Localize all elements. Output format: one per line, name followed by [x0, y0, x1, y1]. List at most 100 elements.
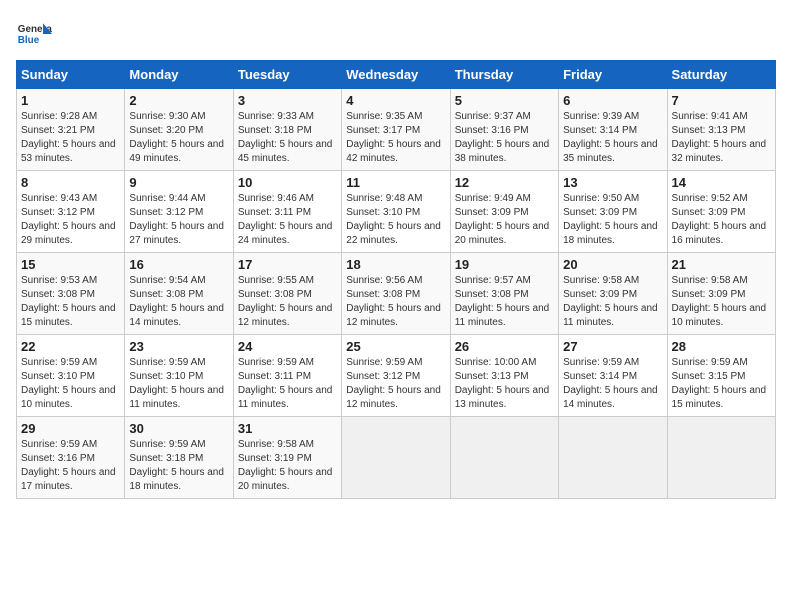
- day-info: Sunrise: 9:54 AMSunset: 3:08 PMDaylight:…: [129, 274, 228, 330]
- calendar-cell: 22Sunrise: 9:59 AMSunset: 3:10 PMDayligh…: [17, 335, 125, 417]
- calendar-cell: 2 Sunrise: 9:30 AMSunset: 3:20 PMDaylight…: [125, 89, 233, 171]
- day-number: 3: [238, 93, 337, 108]
- calendar-cell: 1Sunrise: 9:28 AMSunset: 3:21 PMDaylight…: [17, 89, 125, 171]
- day-info: Sunrise: 9:49 AMSunset: 3:09 PMDaylight:…: [455, 192, 554, 248]
- day-number: 21: [672, 257, 771, 272]
- column-header-tuesday: Tuesday: [233, 61, 341, 89]
- day-info: Sunrise: 9:59 AMSunset: 3:15 PMDaylight:…: [672, 356, 771, 412]
- calendar-cell: 6 Sunrise: 9:39 AMSunset: 3:14 PMDaylight…: [559, 89, 667, 171]
- header-row: SundayMondayTuesdayWednesdayThursdayFrid…: [17, 61, 776, 89]
- day-number: 5: [455, 93, 554, 108]
- day-number: 31: [238, 421, 337, 436]
- calendar-cell: 10 Sunrise: 9:46 AMSunset: 3:11 PMDayligh…: [233, 171, 341, 253]
- day-info: Sunrise: 9:37 AMSunset: 3:16 PMDaylight:…: [455, 110, 554, 166]
- calendar-cell: 25Sunrise: 9:59 AMSunset: 3:12 PMDayligh…: [342, 335, 450, 417]
- calendar-week-3: 15 Sunrise: 9:53 AMSunset: 3:08 PMDayligh…: [17, 253, 776, 335]
- calendar-week-2: 8 Sunrise: 9:43 AMSunset: 3:12 PMDaylight…: [17, 171, 776, 253]
- day-info: Sunrise: 9:30 AMSunset: 3:20 PMDaylight:…: [129, 110, 228, 166]
- day-number: 8: [21, 175, 120, 190]
- calendar-cell: 8 Sunrise: 9:43 AMSunset: 3:12 PMDaylight…: [17, 171, 125, 253]
- day-info: Sunrise: 9:59 AMSunset: 3:16 PMDaylight:…: [21, 438, 120, 494]
- day-number: 17: [238, 257, 337, 272]
- calendar-cell: 11 Sunrise: 9:48 AMSunset: 3:10 PMDayligh…: [342, 171, 450, 253]
- day-info: Sunrise: 9:59 AMSunset: 3:18 PMDaylight:…: [129, 438, 228, 494]
- day-number: 25: [346, 339, 445, 354]
- calendar-week-5: 29Sunrise: 9:59 AMSunset: 3:16 PMDayligh…: [17, 417, 776, 499]
- calendar-cell: 16 Sunrise: 9:54 AMSunset: 3:08 PMDayligh…: [125, 253, 233, 335]
- day-number: 14: [672, 175, 771, 190]
- day-number: 19: [455, 257, 554, 272]
- day-info: Sunrise: 9:48 AMSunset: 3:10 PMDaylight:…: [346, 192, 445, 248]
- day-number: 6: [563, 93, 662, 108]
- day-info: Sunrise: 9:53 AMSunset: 3:08 PMDaylight:…: [21, 274, 120, 330]
- calendar-cell: 30 Sunrise: 9:59 AMSunset: 3:18 PMDayligh…: [125, 417, 233, 499]
- column-header-thursday: Thursday: [450, 61, 558, 89]
- logo-icon: General Blue: [16, 16, 52, 52]
- calendar-week-1: 1Sunrise: 9:28 AMSunset: 3:21 PMDaylight…: [17, 89, 776, 171]
- day-info: Sunrise: 9:43 AMSunset: 3:12 PMDaylight:…: [21, 192, 120, 248]
- calendar-cell: 23Sunrise: 9:59 AMSunset: 3:10 PMDayligh…: [125, 335, 233, 417]
- day-info: Sunrise: 9:59 AMSunset: 3:11 PMDaylight:…: [238, 356, 337, 412]
- day-number: 27: [563, 339, 662, 354]
- day-info: Sunrise: 9:59 AMSunset: 3:10 PMDaylight:…: [129, 356, 228, 412]
- day-number: 26: [455, 339, 554, 354]
- calendar-cell: 9Sunrise: 9:44 AMSunset: 3:12 PMDaylight…: [125, 171, 233, 253]
- column-header-monday: Monday: [125, 61, 233, 89]
- day-number: 12: [455, 175, 554, 190]
- day-number: 2: [129, 93, 228, 108]
- day-info: Sunrise: 9:46 AMSunset: 3:11 PMDaylight:…: [238, 192, 337, 248]
- calendar-cell: 14 Sunrise: 9:52 AMSunset: 3:09 PMDayligh…: [667, 171, 775, 253]
- calendar-cell: 18Sunrise: 9:56 AMSunset: 3:08 PMDayligh…: [342, 253, 450, 335]
- calendar-cell: 28Sunrise: 9:59 AMSunset: 3:15 PMDayligh…: [667, 335, 775, 417]
- day-info: Sunrise: 9:50 AMSunset: 3:09 PMDaylight:…: [563, 192, 662, 248]
- calendar-week-4: 22 Sunrise: 9:59 AMSunset: 3:10 PMDayligh…: [17, 335, 776, 417]
- day-number: 30: [129, 421, 228, 436]
- day-number: 10: [238, 175, 337, 190]
- day-info: Sunrise: 9:58 AMSunset: 3:09 PMDaylight:…: [563, 274, 662, 330]
- calendar-cell: [342, 417, 450, 499]
- day-info: Sunrise: 9:59 AMSunset: 3:14 PMDaylight:…: [563, 356, 662, 412]
- calendar-table: SundayMondayTuesdayWednesdayThursdayFrid…: [16, 60, 776, 499]
- calendar-cell: 7 Sunrise: 9:41 AMSunset: 3:13 PMDaylight…: [667, 89, 775, 171]
- day-number: 1: [21, 93, 120, 108]
- day-number: 15: [21, 257, 120, 272]
- calendar-cell: [559, 417, 667, 499]
- day-number: 22: [21, 339, 120, 354]
- column-header-saturday: Saturday: [667, 61, 775, 89]
- day-info: Sunrise: 9:52 AMSunset: 3:09 PMDaylight:…: [672, 192, 771, 248]
- day-number: 4: [346, 93, 445, 108]
- calendar-cell: 29Sunrise: 9:59 AMSunset: 3:16 PMDayligh…: [17, 417, 125, 499]
- calendar-cell: 27 Sunrise: 9:59 AMSunset: 3:14 PMDayligh…: [559, 335, 667, 417]
- calendar-cell: 3 Sunrise: 9:33 AMSunset: 3:18 PMDaylight…: [233, 89, 341, 171]
- day-info: Sunrise: 9:56 AMSunset: 3:08 PMDaylight:…: [346, 274, 445, 330]
- calendar-cell: 19 Sunrise: 9:57 AMSunset: 3:08 PMDayligh…: [450, 253, 558, 335]
- day-info: Sunrise: 9:58 AMSunset: 3:09 PMDaylight:…: [672, 274, 771, 330]
- day-info: Sunrise: 9:39 AMSunset: 3:14 PMDaylight:…: [563, 110, 662, 166]
- calendar-cell: 17Sunrise: 9:55 AMSunset: 3:08 PMDayligh…: [233, 253, 341, 335]
- calendar-cell: 12 Sunrise: 9:49 AMSunset: 3:09 PMDayligh…: [450, 171, 558, 253]
- day-number: 7: [672, 93, 771, 108]
- column-header-friday: Friday: [559, 61, 667, 89]
- day-number: 13: [563, 175, 662, 190]
- day-number: 11: [346, 175, 445, 190]
- day-info: Sunrise: 10:00 AMSunset: 3:13 PMDaylight…: [455, 356, 554, 412]
- calendar-cell: 13 Sunrise: 9:50 AMSunset: 3:09 PMDayligh…: [559, 171, 667, 253]
- calendar-cell: 21 Sunrise: 9:58 AMSunset: 3:09 PMDayligh…: [667, 253, 775, 335]
- day-info: Sunrise: 9:33 AMSunset: 3:18 PMDaylight:…: [238, 110, 337, 166]
- calendar-cell: 15 Sunrise: 9:53 AMSunset: 3:08 PMDayligh…: [17, 253, 125, 335]
- calendar-cell: 31 Sunrise: 9:58 AMSunset: 3:19 PMDayligh…: [233, 417, 341, 499]
- day-number: 16: [129, 257, 228, 272]
- calendar-cell: 24 Sunrise: 9:59 AMSunset: 3:11 PMDayligh…: [233, 335, 341, 417]
- day-info: Sunrise: 9:35 AMSunset: 3:17 PMDaylight:…: [346, 110, 445, 166]
- svg-text:Blue: Blue: [18, 35, 40, 46]
- calendar-cell: [667, 417, 775, 499]
- calendar-cell: 4 Sunrise: 9:35 AMSunset: 3:17 PMDaylight…: [342, 89, 450, 171]
- logo: General Blue: [16, 16, 56, 52]
- day-number: 20: [563, 257, 662, 272]
- day-info: Sunrise: 9:58 AMSunset: 3:19 PMDaylight:…: [238, 438, 337, 494]
- day-info: Sunrise: 9:57 AMSunset: 3:08 PMDaylight:…: [455, 274, 554, 330]
- day-number: 24: [238, 339, 337, 354]
- day-info: Sunrise: 9:41 AMSunset: 3:13 PMDaylight:…: [672, 110, 771, 166]
- day-info: Sunrise: 9:44 AMSunset: 3:12 PMDaylight:…: [129, 192, 228, 248]
- column-header-wednesday: Wednesday: [342, 61, 450, 89]
